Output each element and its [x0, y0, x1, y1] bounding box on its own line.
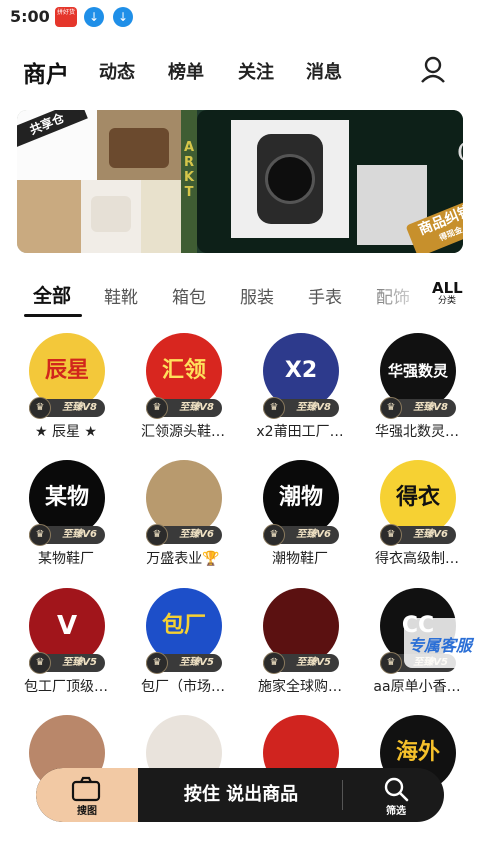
- banner-left-collage: 共享仓: [17, 110, 181, 253]
- status-bar: 5:00 拼好货 ↓ ↓: [0, 0, 480, 34]
- customer-service-label: 专属客服: [408, 636, 473, 655]
- promo-banner[interactable]: 共享仓 ARKT C 商品纠错 得现金: [17, 110, 463, 253]
- crown-icon: ♛: [380, 524, 402, 546]
- merchant-level-text: 至臻V5: [296, 657, 331, 668]
- customer-service-button[interactable]: 专属客服: [404, 618, 480, 668]
- merchant-level-text: 至臻V8: [296, 402, 331, 413]
- nav-ranking[interactable]: 榜单: [168, 58, 204, 84]
- merchant-level-badge: ♛ 至臻V8: [146, 397, 222, 419]
- merchant-name: 万盛表业🏆: [146, 551, 220, 567]
- category-tab-clothing[interactable]: 服装: [240, 283, 274, 308]
- merchant-level-text: 至臻V6: [296, 529, 331, 540]
- top-nav: 商户 动态 榜单 关注 消息: [0, 48, 480, 92]
- merchant-name: 得衣高级制…: [375, 551, 459, 567]
- merchant-card[interactable]: 某物 ♛ 至臻V6 某物鞋厂: [7, 460, 125, 580]
- download-icon: ↓: [113, 7, 133, 27]
- merchant-level-badge: ♛ 至臻V8: [263, 397, 339, 419]
- category-tab-watches[interactable]: 手表: [308, 283, 342, 308]
- merchant-name: 潮物鞋厂: [272, 551, 328, 567]
- banner-right-panel: C 商品纠错 得现金: [197, 110, 463, 253]
- download-icon: ↓: [84, 7, 104, 27]
- user-icon[interactable]: [418, 54, 448, 84]
- crown-icon: ♛: [263, 397, 285, 419]
- crown-icon: ♛: [380, 397, 402, 419]
- merchant-card[interactable]: ♛ 至臻V5 施家全球购…: [241, 588, 359, 708]
- category-tabs: 全部 鞋靴 箱包 服装 手表 配饰 ALL 分类: [0, 274, 480, 320]
- category-active-indicator: [24, 314, 82, 317]
- merchant-card[interactable]: 华强数灵 ♛ 至臻V8 华强北数灵…: [358, 333, 476, 453]
- merchant-card[interactable]: X2 ♛ 至臻V8 x2莆田工厂…: [241, 333, 359, 453]
- merchant-level-text: 至臻V8: [179, 402, 214, 413]
- merchant-level-text: 至臻V6: [179, 529, 214, 540]
- category-tab-shoes[interactable]: 鞋靴: [104, 283, 138, 308]
- merchant-level-text: 至臻V5: [62, 657, 97, 668]
- merchant-level-text: 至臻V8: [62, 402, 97, 413]
- crown-icon: ♛: [146, 397, 168, 419]
- merchant-card[interactable]: 潮物 ♛ 至臻V6 潮物鞋厂: [241, 460, 359, 580]
- merchant-card[interactable]: 辰星 ♛ 至臻V8 ★ 辰星 ★: [7, 333, 125, 453]
- merchant-card[interactable]: 包厂 ♛ 至臻V5 包厂（市场…: [124, 588, 242, 708]
- category-tab-bags[interactable]: 箱包: [172, 283, 206, 308]
- merchant-name: 施家全球购…: [258, 679, 342, 695]
- merchant-card[interactable]: ♛ 至臻V6 万盛表业🏆: [124, 460, 242, 580]
- banner-middle-text: ARKT: [183, 140, 195, 200]
- merchant-name: aa原单小香…: [373, 679, 461, 695]
- banner-watch-image: [231, 120, 349, 238]
- merchant-level-badge: ♛ 至臻V5: [263, 652, 339, 674]
- crown-icon: ♛: [29, 397, 51, 419]
- merchant-name: 包工厂顶级…: [24, 679, 108, 695]
- filter-button[interactable]: 筛选: [356, 768, 436, 822]
- crown-icon: ♛: [29, 524, 51, 546]
- merchant-name: 包厂（市场…: [141, 679, 225, 695]
- merchant-name: x2莆田工厂…: [256, 424, 344, 440]
- crown-icon: ♛: [380, 652, 402, 674]
- merchant-name: 某物鞋厂: [38, 551, 94, 567]
- bottom-action-bar: 搜图 按住 说出商品 筛选: [36, 768, 444, 822]
- banner-divider: ARKT: [181, 110, 197, 253]
- crown-icon: ♛: [263, 524, 285, 546]
- nav-feed[interactable]: 动态: [99, 58, 135, 84]
- crown-icon: ♛: [146, 524, 168, 546]
- merchant-level-badge: ♛ 至臻V8: [29, 397, 105, 419]
- merchant-level-text: 至臻V8: [413, 402, 448, 413]
- nav-merchants[interactable]: 商户: [23, 55, 69, 89]
- merchant-level-text: 至臻V5: [179, 657, 214, 668]
- status-time: 5:00: [10, 7, 50, 26]
- nav-messages[interactable]: 消息: [306, 58, 342, 84]
- merchant-level-badge: ♛ 至臻V5: [146, 652, 222, 674]
- merchant-level-badge: ♛ 至臻V5: [29, 652, 105, 674]
- merchant-level-badge: ♛ 至臻V6: [146, 524, 222, 546]
- merchant-name: 华强北数灵…: [375, 424, 459, 440]
- merchant-card[interactable]: 汇领 ♛ 至臻V8 汇领源头鞋…: [124, 333, 242, 453]
- merchant-level-badge: ♛ 至臻V6: [263, 524, 339, 546]
- all-categories-button[interactable]: ALL 分类: [432, 279, 463, 307]
- crown-icon: ♛: [263, 652, 285, 674]
- crown-icon: ♛: [146, 652, 168, 674]
- category-tab-all[interactable]: 全部: [33, 281, 71, 308]
- crown-icon: ♛: [29, 652, 51, 674]
- merchant-level-badge: ♛ 至臻V6: [29, 524, 105, 546]
- nav-following[interactable]: 关注: [238, 58, 274, 84]
- image-search-button[interactable]: 搜图: [36, 768, 138, 822]
- merchant-card[interactable]: V ♛ 至臻V5 包工厂顶级…: [7, 588, 125, 708]
- merchant-card[interactable]: 得衣 ♛ 至臻V6 得衣高级制…: [358, 460, 476, 580]
- filter-search-icon: [384, 777, 409, 802]
- app-notification-icon: 拼好货: [55, 7, 77, 27]
- voice-search-button[interactable]: 按住 说出商品: [146, 768, 336, 822]
- image-search-label: 搜图: [77, 806, 97, 817]
- camera-icon: [71, 776, 101, 802]
- merchant-level-badge: ♛ 至臻V6: [380, 524, 456, 546]
- merchant-level-badge: ♛ 至臻V8: [380, 397, 456, 419]
- banner-letter: C: [457, 138, 463, 168]
- merchant-level-text: 至臻V6: [62, 529, 97, 540]
- all-categories-label: ALL: [432, 279, 463, 297]
- merchant-level-text: 至臻V6: [413, 529, 448, 540]
- all-categories-sub: 分类: [437, 296, 456, 306]
- merchant-name: ★ 辰星 ★: [34, 424, 97, 440]
- filter-label: 筛选: [386, 806, 406, 817]
- merchant-name: 汇领源头鞋…: [141, 424, 225, 440]
